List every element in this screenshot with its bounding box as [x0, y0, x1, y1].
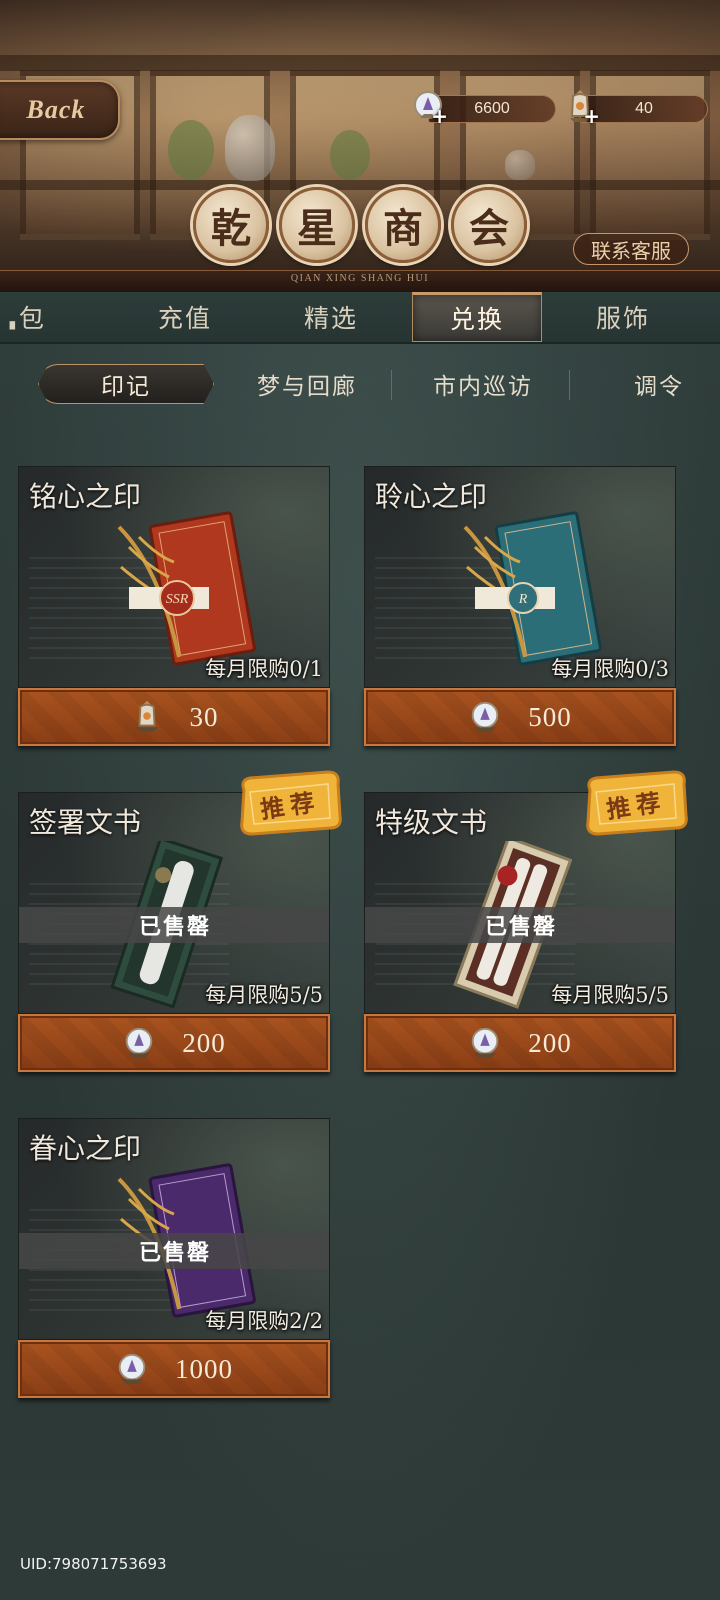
- item-title: 聆心之印: [375, 480, 488, 513]
- crystal-gem-icon: [115, 1351, 149, 1387]
- buy-button[interactable]: 500: [364, 688, 676, 746]
- subtab-dream-corridor[interactable]: 梦与回廊: [232, 364, 382, 404]
- recommended-badge: 推荐: [236, 770, 344, 836]
- tab-gift-pack[interactable]: ▗ 包: [0, 292, 90, 342]
- buy-button[interactable]: 200: [18, 1014, 330, 1072]
- item-image: R 聆心之印 每月限购0/3: [364, 466, 676, 688]
- back-button[interactable]: Back: [0, 80, 120, 140]
- item-card-premium-document[interactable]: 特级文书 已售罄 每月限购5/5 200 推荐: [364, 770, 688, 1074]
- item-title: 特级文书: [375, 806, 488, 839]
- item-price: 30: [189, 701, 219, 732]
- crystal-gem-icon[interactable]: +: [412, 88, 448, 128]
- seal-letter-art: R: [463, 511, 602, 666]
- sold-out-banner: 已售罄: [19, 1233, 329, 1269]
- user-id-label: UID:798071753693: [20, 1555, 167, 1573]
- subtab-city-patrol[interactable]: 市内巡访: [404, 364, 562, 404]
- svg-text:R: R: [518, 592, 528, 607]
- lantern-gem-icon: [130, 699, 164, 735]
- buy-button[interactable]: 1000: [18, 1340, 330, 1398]
- title-seal-4: 会: [451, 187, 527, 263]
- buy-button[interactable]: 200: [364, 1014, 676, 1072]
- beam: [0, 180, 720, 190]
- subtab-orders[interactable]: 调令: [600, 364, 720, 404]
- subtab-label: 调令: [634, 374, 684, 400]
- item-price: 200: [528, 1027, 572, 1058]
- crystal-gem-icon: [468, 1025, 502, 1061]
- crystal-gem-icon: [468, 699, 502, 735]
- sold-out-banner: 已售罄: [365, 907, 675, 943]
- tab-label: 包: [18, 304, 46, 333]
- currency-lantern-value: 40: [635, 100, 653, 117]
- svg-text:SSR: SSR: [166, 592, 189, 607]
- subtab-seals[interactable]: 印记: [38, 364, 214, 404]
- sub-tab-bar: 印记 梦与回廊 市内巡访 调令: [0, 356, 720, 412]
- item-card-lingxin-seal[interactable]: R 聆心之印 每月限购0/3 500: [364, 466, 676, 748]
- item-purchase-limit: 每月限购0/3: [551, 657, 669, 681]
- title-seal-2: 星: [279, 187, 355, 263]
- tab-recharge[interactable]: 充值: [120, 292, 250, 342]
- tab-exchange[interactable]: 兑换: [412, 292, 542, 342]
- buy-button[interactable]: 30: [18, 688, 330, 746]
- tab-label: 服饰: [595, 304, 650, 333]
- tab-featured[interactable]: 精选: [266, 292, 396, 342]
- tab-label: 精选: [303, 304, 358, 333]
- subtab-divider: [391, 370, 392, 400]
- item-price: 200: [182, 1027, 226, 1058]
- subtab-divider: [569, 370, 570, 400]
- shop-subtitle: QIAN XING SHANG HUI: [290, 273, 430, 284]
- vase-decoration: [505, 150, 535, 180]
- item-image: 眷心之印 已售罄 每月限购2/2: [18, 1118, 330, 1340]
- item-card-juanxin-seal[interactable]: 眷心之印 已售罄 每月限购2/2 1000: [18, 1118, 330, 1400]
- title-seal-3: 商: [365, 187, 441, 263]
- item-card-mingxin-seal[interactable]: SSR 铭心之印 每月限购0/1 30: [18, 466, 330, 748]
- customer-service-button[interactable]: 联系客服: [573, 233, 689, 265]
- item-purchase-limit: 每月限购0/1: [205, 657, 323, 681]
- item-price: 1000: [175, 1353, 233, 1384]
- item-card-signed-document[interactable]: 签署文书 已售罄 每月限购5/5 200 推荐: [18, 770, 342, 1074]
- tab-outfits[interactable]: 服饰: [558, 292, 688, 342]
- item-price: 500: [528, 701, 572, 732]
- subtab-label: 梦与回廊: [257, 374, 357, 400]
- sold-out-banner: 已售罄: [19, 907, 329, 943]
- tab-label: 兑换: [449, 305, 504, 334]
- lantern-gem-icon[interactable]: +: [564, 88, 600, 128]
- crystal-gem-icon: [122, 1025, 156, 1061]
- plant-decoration: [168, 120, 214, 180]
- tab-dot-icon: ▗: [4, 314, 17, 330]
- seal-letter-art: SSR: [117, 511, 256, 666]
- item-title: 眷心之印: [29, 1132, 142, 1165]
- title-seal-1: 乾: [193, 187, 269, 263]
- item-purchase-limit: 每月限购5/5: [551, 983, 669, 1007]
- beam: [0, 55, 720, 71]
- item-purchase-limit: 每月限购5/5: [205, 983, 323, 1007]
- item-title: 签署文书: [29, 806, 142, 839]
- item-purchase-limit: 每月限购2/2: [205, 1309, 323, 1333]
- currency-crystal-value: 6600: [474, 100, 510, 117]
- main-tab-bar: ▗ 包 充值 精选 兑换 服饰: [0, 292, 720, 344]
- subtab-label: 印记: [101, 374, 151, 400]
- item-image: SSR 铭心之印 每月限购0/1: [18, 466, 330, 688]
- plant-decoration: [330, 130, 370, 180]
- item-title: 铭心之印: [29, 480, 142, 513]
- vase-decoration: [225, 115, 275, 181]
- recommended-badge: 推荐: [582, 770, 690, 836]
- tab-label: 充值: [157, 304, 212, 333]
- subtab-label: 市内巡访: [433, 374, 533, 400]
